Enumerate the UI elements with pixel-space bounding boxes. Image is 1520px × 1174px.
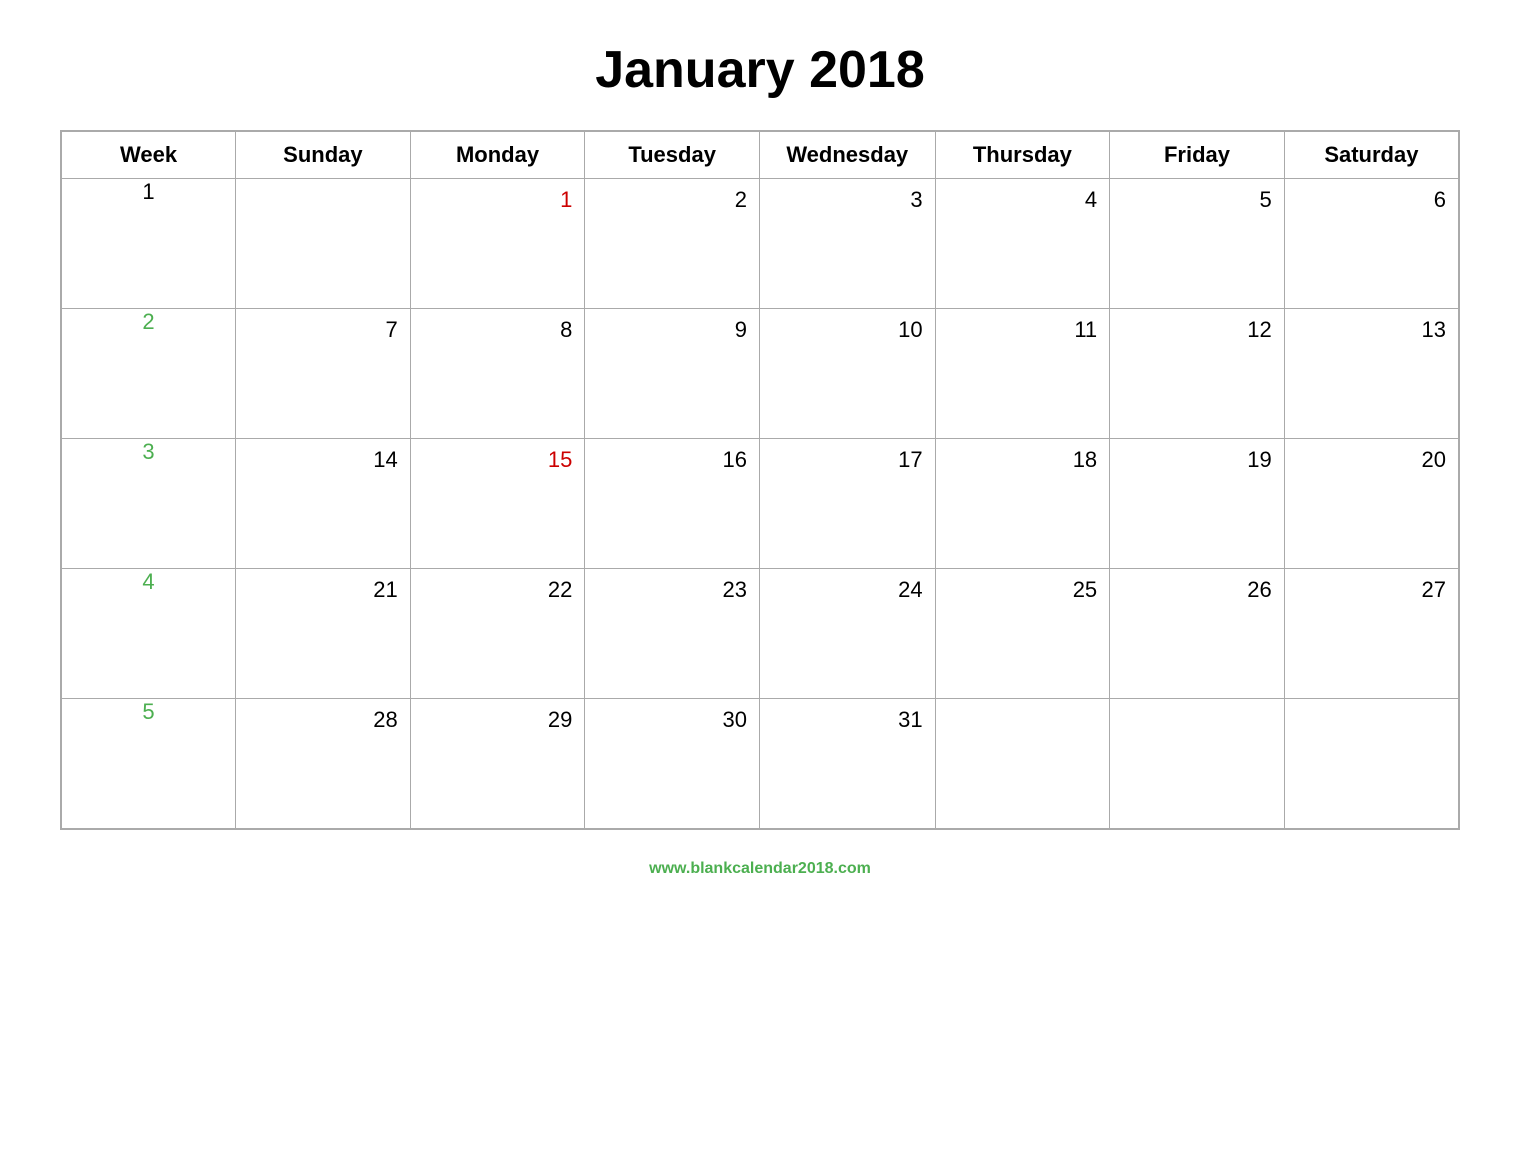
day-cell: 28 [236,699,411,829]
day-cell: 29 [410,699,585,829]
day-cell [1284,699,1459,829]
header-tuesday: Tuesday [585,131,760,179]
calendar-table: Week Sunday Monday Tuesday Wednesday Thu… [60,130,1460,830]
day-cell: 24 [759,569,935,699]
day-number: 23 [585,569,759,603]
day-cell: 12 [1110,309,1285,439]
day-cell: 3 [759,179,935,309]
day-cell [935,699,1110,829]
header-saturday: Saturday [1284,131,1459,179]
day-number: 6 [1285,179,1458,213]
day-cell: 18 [935,439,1110,569]
day-cell [1110,699,1285,829]
day-number: 15 [411,439,585,473]
day-number: 31 [760,699,935,733]
week-number-cell: 2 [61,309,236,439]
day-cell: 20 [1284,439,1459,569]
day-number: 10 [760,309,935,343]
day-number: 30 [585,699,759,733]
day-cell: 9 [585,309,760,439]
day-number: 29 [411,699,585,733]
week-number-cell: 3 [61,439,236,569]
header-monday: Monday [410,131,585,179]
day-cell: 22 [410,569,585,699]
day-number: 14 [236,439,410,473]
day-cell: 16 [585,439,760,569]
calendar-row: 4 21222324252627 [61,569,1459,699]
day-number: 13 [1285,309,1458,343]
day-number: 5 [1110,179,1284,213]
day-cell: 27 [1284,569,1459,699]
week-number-cell: 4 [61,569,236,699]
header-row: Week Sunday Monday Tuesday Wednesday Thu… [61,131,1459,179]
day-number: 17 [760,439,935,473]
day-number: 1 [411,179,585,213]
week-number: 2 [142,309,154,334]
calendar-row: 1123456 [61,179,1459,309]
day-number: 19 [1110,439,1284,473]
day-number: 26 [1110,569,1284,603]
day-number: 4 [936,179,1110,213]
day-cell: 6 [1284,179,1459,309]
week-number: 4 [142,569,154,594]
week-number: 3 [142,439,154,464]
day-cell: 17 [759,439,935,569]
day-cell: 7 [236,309,411,439]
day-number: 21 [236,569,410,603]
day-cell: 13 [1284,309,1459,439]
week-number-cell: 5 [61,699,236,829]
day-cell: 31 [759,699,935,829]
day-number: 18 [936,439,1110,473]
calendar-title: January 2018 [595,40,925,100]
calendar-row: 3 14151617181920 [61,439,1459,569]
day-number: 22 [411,569,585,603]
week-number: 1 [142,179,154,204]
day-number: 24 [760,569,935,603]
day-cell: 5 [1110,179,1285,309]
day-cell [236,179,411,309]
day-cell: 19 [1110,439,1285,569]
week-number: 5 [142,699,154,724]
header-week: Week [61,131,236,179]
day-cell: 14 [236,439,411,569]
calendar-row: 5 28293031 [61,699,1459,829]
day-cell: 11 [935,309,1110,439]
day-cell: 23 [585,569,760,699]
day-number: 25 [936,569,1110,603]
footer: www.blankcalendar2018.com [649,860,871,878]
header-thursday: Thursday [935,131,1110,179]
header-friday: Friday [1110,131,1285,179]
day-number: 9 [585,309,759,343]
day-number: 7 [236,309,410,343]
day-number: 16 [585,439,759,473]
day-cell: 25 [935,569,1110,699]
header-sunday: Sunday [236,131,411,179]
day-number: 11 [936,309,1110,343]
footer-url: www.blankcalendar2018.com [649,860,871,877]
header-wednesday: Wednesday [759,131,935,179]
day-number: 3 [760,179,935,213]
day-number: 8 [411,309,585,343]
day-cell: 21 [236,569,411,699]
day-number: 28 [236,699,410,733]
day-cell: 2 [585,179,760,309]
calendar-row: 2 78910111213 [61,309,1459,439]
day-cell: 1 [410,179,585,309]
day-number: 27 [1285,569,1458,603]
day-cell: 10 [759,309,935,439]
day-cell: 8 [410,309,585,439]
day-cell: 4 [935,179,1110,309]
week-number-cell: 1 [61,179,236,309]
day-number: 12 [1110,309,1284,343]
day-cell: 15 [410,439,585,569]
day-number: 20 [1285,439,1458,473]
day-cell: 26 [1110,569,1285,699]
day-cell: 30 [585,699,760,829]
day-number: 2 [585,179,759,213]
